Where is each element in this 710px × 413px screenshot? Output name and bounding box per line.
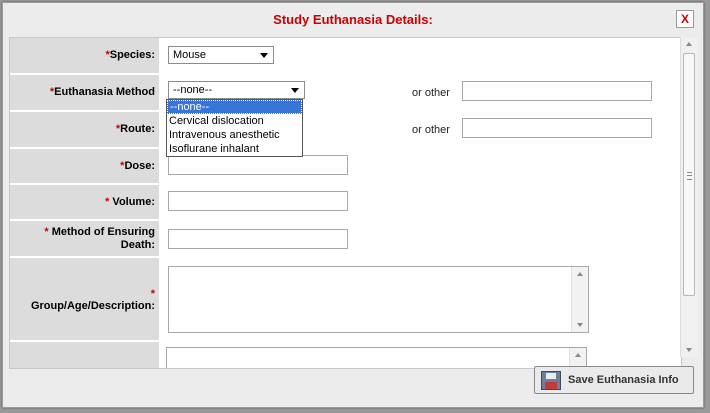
partial-textarea[interactable] (166, 347, 587, 368)
dose-label: *Dose: (120, 160, 155, 172)
save-euthanasia-button[interactable]: Save Euthanasia Info (534, 366, 694, 394)
method-label-cell: *Euthanasia Method (10, 75, 161, 112)
scroll-up-icon[interactable] (686, 42, 692, 46)
route-row: *Route: or other (10, 112, 681, 149)
scrollbar-thumb[interactable] (683, 53, 695, 296)
group-description-textarea[interactable] (168, 266, 589, 333)
method-label-text: Euthanasia Method (54, 86, 155, 98)
ensuring-label-cell: * Method of Ensuring Death: (10, 221, 161, 258)
route-label-cell: *Route: (10, 112, 161, 149)
route-label: *Route: (116, 123, 155, 135)
close-button[interactable]: X (676, 10, 694, 28)
grip-icon (687, 172, 692, 180)
required-marker: * (44, 226, 52, 238)
group-row: * Group/Age/Description: (10, 258, 681, 342)
dropdown-option[interactable]: Isoflurane inhalant (167, 142, 302, 156)
scroll-up-icon[interactable] (577, 272, 583, 276)
species-select[interactable]: Mouse (168, 46, 274, 64)
route-or-other-label: or other (412, 124, 450, 136)
dose-row: *Dose: (10, 149, 681, 185)
method-select[interactable]: --none-- (168, 81, 305, 99)
vertical-scrollbar[interactable] (680, 37, 698, 357)
route-other-input[interactable] (462, 118, 652, 138)
group-label: Group/Age/Description: (30, 300, 155, 312)
save-button-label: Save Euthanasia Info (568, 374, 679, 386)
volume-row: * Volume: (10, 185, 681, 221)
volume-label: * Volume: (105, 196, 155, 208)
method-row: *Euthanasia Method --none-- or other (10, 75, 681, 112)
scroll-up-icon[interactable] (575, 353, 581, 357)
volume-input[interactable] (168, 191, 348, 211)
method-other-input[interactable] (462, 81, 652, 101)
partial-label-cell (10, 342, 161, 368)
partial-row (10, 342, 681, 368)
chevron-down-icon (260, 53, 268, 58)
required-marker: * (150, 288, 155, 300)
species-label-cell: *Species: (10, 38, 161, 75)
ensuring-label-line2: Death: (120, 239, 155, 251)
dose-input[interactable] (168, 155, 348, 175)
scroll-down-icon[interactable] (577, 323, 583, 327)
species-label-text: Species: (109, 49, 155, 61)
ensuring-label-text: Method of Ensuring (51, 226, 155, 238)
volume-label-text: Volume: (112, 196, 155, 208)
dropdown-option[interactable]: Cervical dislocation (167, 114, 302, 128)
dose-label-text: Dose: (124, 160, 155, 172)
floppy-disk-icon (541, 371, 561, 390)
euthanasia-dialog: Study Euthanasia Details: X *Species: Mo… (2, 2, 704, 408)
ensuring-label-line1: * Method of Ensuring (44, 226, 155, 238)
ensuring-death-input[interactable] (168, 229, 348, 249)
method-select-value: --none-- (173, 84, 213, 96)
species-label: *Species: (105, 49, 155, 61)
form-content: *Species: Mouse *Euthanasia Method --non… (9, 37, 682, 369)
ensuring-death-row: * Method of Ensuring Death: (10, 221, 681, 258)
route-label-text: Route: (120, 123, 155, 135)
volume-label-cell: * Volume: (10, 185, 161, 221)
species-select-value: Mouse (173, 49, 207, 61)
textarea-scrollbar[interactable] (571, 267, 588, 332)
dropdown-option[interactable]: Intravenous anesthetic (167, 128, 302, 142)
group-label-cell: * Group/Age/Description: (10, 258, 161, 342)
dialog-title: Study Euthanasia Details: (273, 12, 433, 27)
dose-label-cell: *Dose: (10, 149, 161, 185)
close-icon: X (680, 12, 689, 26)
scroll-down-icon[interactable] (686, 348, 692, 352)
species-row: *Species: Mouse (10, 38, 681, 75)
dropdown-option[interactable]: --none-- (167, 100, 302, 114)
method-label: *Euthanasia Method (50, 86, 155, 98)
method-dropdown-list: --none-- Cervical dislocation Intravenou… (166, 99, 303, 157)
dialog-titlebar: Study Euthanasia Details: X (3, 3, 703, 37)
method-or-other-label: or other (412, 87, 450, 99)
chevron-down-icon (291, 88, 299, 93)
